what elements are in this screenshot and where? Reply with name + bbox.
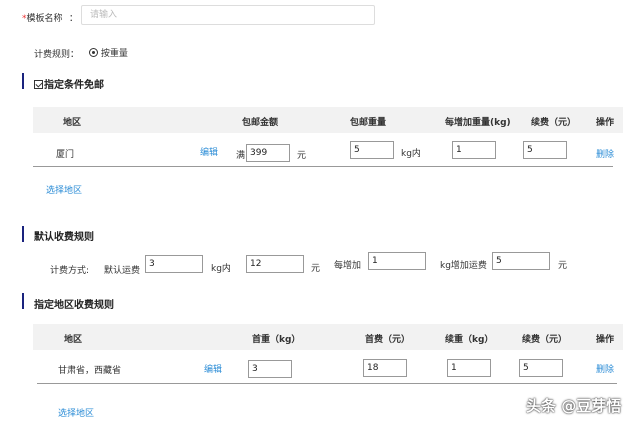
col-action: 操作 (596, 335, 615, 345)
region-row-delete-link[interactable]: 删除 (596, 362, 614, 375)
col-renew-fee: 续费（元） (522, 335, 568, 345)
free-row-weight-unit: kg内 (401, 149, 421, 159)
region-select-region-link[interactable]: 选择地区 (58, 406, 94, 419)
add-fee-label: kg增加运费 (440, 261, 487, 271)
checkbox-checked-icon[interactable] (34, 80, 43, 89)
col-first-weight: 首重（kg） (252, 335, 301, 345)
add-fee-input[interactable] (492, 252, 550, 270)
renew-fee-input[interactable] (519, 359, 563, 377)
col-region: 地区 (64, 335, 83, 345)
watermark: 头条 @豆芽悟 (526, 397, 622, 415)
row-divider (37, 383, 617, 384)
section-marker (22, 226, 24, 242)
template-name-input[interactable] (81, 5, 375, 25)
free-row-region: 厦门 (56, 150, 75, 160)
template-name-label: *模板名称 (22, 11, 63, 24)
section-marker (22, 293, 24, 309)
col-action: 操作 (596, 118, 615, 128)
col-region: 地区 (63, 118, 82, 128)
col-renew-fee: 续费（元） (531, 118, 577, 128)
free-shipping-title[interactable]: 指定条件免邮 (34, 76, 104, 91)
free-row-edit-link[interactable]: 编辑 (200, 145, 218, 158)
free-row-amount-prefix: 满 (236, 151, 246, 161)
default-fee-label: 默认运费 (104, 266, 141, 276)
add-fee-unit: 元 (558, 261, 568, 271)
template-name-colon: ： (69, 14, 79, 24)
radio-selected-icon[interactable] (89, 48, 98, 57)
billing-method-label: 计费方式: (50, 266, 90, 276)
default-weight-input[interactable] (145, 255, 203, 273)
region-row-edit-link[interactable]: 编辑 (204, 362, 222, 375)
default-fee-unit: 元 (311, 264, 321, 274)
row-divider (33, 166, 613, 167)
renew-weight-input[interactable] (447, 359, 491, 377)
col-first-fee: 首费（元） (365, 335, 411, 345)
free-amount-input[interactable] (246, 144, 290, 162)
free-shipping-title-text: 指定条件免邮 (44, 80, 104, 91)
col-renew-weight: 续重（kg） (445, 335, 494, 345)
col-free-amount: 包邮金额 (242, 118, 279, 128)
template-name-label-text: 模板名称 (26, 14, 63, 24)
default-rule-title: 默认收费规则 (34, 232, 94, 243)
region-rule-title: 指定地区收费规则 (34, 300, 114, 311)
free-row-delete-link[interactable]: 删除 (596, 147, 614, 160)
each-add-input[interactable] (368, 252, 426, 270)
each-add-label: 每增加 (334, 261, 362, 271)
free-weight-input[interactable] (350, 141, 394, 159)
first-weight-input[interactable] (248, 360, 292, 378)
billing-rule-label: 计费规则： (34, 50, 80, 60)
free-row-amount-unit: 元 (297, 151, 307, 161)
billing-rule-option-label: 按重量 (100, 49, 128, 59)
col-free-weight: 包邮重量 (350, 118, 387, 128)
free-per-weight-input[interactable] (452, 141, 496, 159)
region-row-region: 甘肃省，西藏省 (58, 366, 122, 376)
section-marker (22, 73, 24, 89)
col-per-weight: 每增加重量(kg) (445, 118, 511, 128)
free-select-region-link[interactable]: 选择地区 (46, 183, 82, 196)
free-renew-fee-input[interactable] (523, 141, 567, 159)
first-fee-input[interactable] (363, 359, 407, 377)
default-weight-unit: kg内 (211, 264, 231, 274)
billing-rule-option[interactable]: 按重量 (89, 46, 128, 59)
default-fee-input[interactable] (246, 255, 304, 273)
